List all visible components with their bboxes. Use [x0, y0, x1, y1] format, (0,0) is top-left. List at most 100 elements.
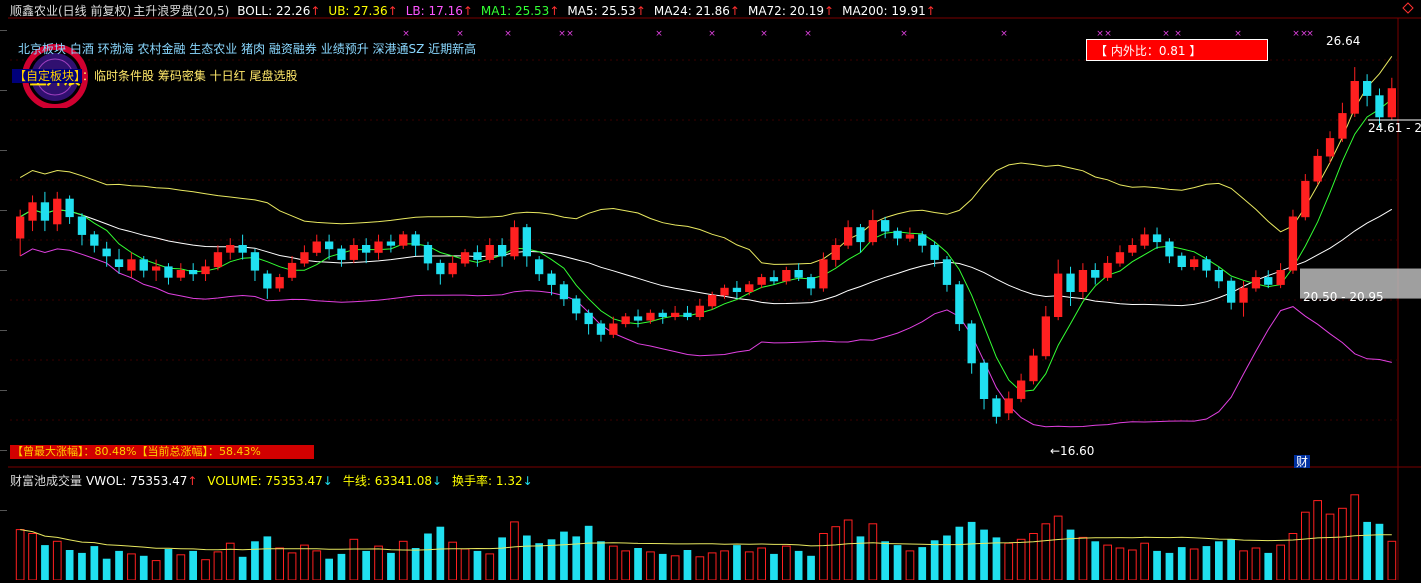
volume-bar	[967, 521, 976, 580]
volume-bar	[1227, 539, 1235, 580]
candle	[1350, 81, 1359, 114]
candle	[745, 284, 754, 293]
candle	[114, 259, 124, 268]
candle	[1375, 95, 1384, 118]
candle	[1041, 316, 1050, 357]
candle	[349, 245, 358, 260]
candle	[1103, 262, 1112, 278]
volume-bar	[1350, 494, 1360, 581]
header-indicator-3: MA1: 25.53↑	[480, 4, 560, 18]
candle	[1202, 259, 1211, 271]
candle	[1288, 216, 1298, 271]
volume-bar	[1177, 547, 1186, 580]
candle	[1325, 138, 1335, 157]
candle	[683, 312, 692, 318]
volume-bar	[807, 555, 815, 580]
candle	[152, 266, 161, 271]
signal-marker: ×	[708, 29, 716, 39]
candle	[176, 269, 185, 278]
indicator-name: 主升浪罗盘(20,5)	[133, 4, 230, 18]
volume-bar	[843, 519, 853, 581]
candle	[65, 198, 74, 218]
volume-bar	[893, 545, 902, 580]
candle	[1276, 269, 1285, 285]
volume-bar	[794, 550, 803, 580]
volume-bar	[498, 537, 506, 580]
candle	[300, 252, 309, 264]
candle	[782, 269, 791, 282]
volume-bar	[263, 536, 272, 580]
candle	[955, 284, 964, 325]
candle	[522, 227, 531, 257]
candle	[399, 234, 408, 246]
candle	[547, 273, 556, 285]
candle	[831, 245, 840, 260]
volume-bar	[597, 541, 605, 580]
volume-bar	[460, 548, 470, 581]
volume-bar	[1078, 536, 1088, 581]
custom-sector-line: 【自定板块】 ：临时条件股 筹码密集 十日红 尾盘选股	[12, 67, 297, 84]
candle	[1338, 113, 1347, 139]
signal-marker: ×	[900, 29, 908, 39]
volume-bar	[1140, 542, 1150, 581]
candle	[1301, 180, 1310, 218]
candle	[918, 234, 927, 246]
candle	[485, 245, 494, 260]
header-indicator-7: MA200: 19.91↑	[842, 4, 936, 18]
volume-bar	[1066, 529, 1075, 580]
signal-marker: ×	[760, 29, 768, 39]
candle	[967, 323, 976, 364]
volume-bar	[1041, 523, 1051, 581]
candle	[670, 312, 680, 318]
volume-bar	[1363, 521, 1371, 580]
candle	[411, 234, 420, 246]
volume-bar	[744, 551, 754, 581]
candle	[534, 259, 544, 275]
volume-indicator-1: VOLUME: 75353.47↓	[207, 474, 333, 488]
header-indicator-6: MA72: 20.19↑	[747, 4, 835, 18]
candle	[53, 198, 62, 225]
volume-bar	[15, 529, 25, 581]
volume-bar	[1115, 547, 1125, 581]
candle	[510, 227, 519, 257]
candle	[1054, 273, 1063, 317]
volume-bar	[1251, 547, 1261, 581]
volume-bar	[201, 559, 210, 581]
candle	[324, 241, 334, 250]
volume-bar	[1091, 541, 1100, 580]
side-tabs-strip[interactable]	[0, 0, 8, 580]
candle	[880, 220, 890, 232]
signal-marker: ×	[1096, 29, 1104, 39]
candle	[621, 316, 630, 325]
volume-bar	[300, 544, 309, 581]
candle	[201, 266, 210, 275]
volume-bar	[695, 556, 705, 581]
signal-marker: ×	[558, 29, 566, 39]
volume-bar	[1375, 523, 1384, 580]
volume-bar	[1264, 552, 1273, 580]
volume-bar	[65, 550, 74, 580]
volume-bar	[831, 526, 841, 581]
volume-bar	[943, 535, 951, 580]
volume-bar	[930, 540, 939, 580]
volume-title: 财富池成交量	[10, 474, 83, 488]
signal-marker: ×	[1000, 29, 1008, 39]
custom-sector-items[interactable]: ：临时条件股 筹码密集 十日红 尾盘选股	[82, 69, 297, 83]
amplitude-bar: 【曾最大涨幅】：80.48%【当前总涨幅】：58.43%	[10, 445, 314, 459]
signal-marker: ×	[402, 29, 410, 39]
volume-bar	[1053, 515, 1063, 581]
volume-bar	[707, 552, 717, 581]
volume-indicator-3: 换手率: 1.32↓	[452, 474, 533, 488]
volume-bar	[275, 547, 284, 581]
volume-bar	[115, 550, 123, 580]
volume-bar	[683, 550, 692, 580]
stock-chart[interactable]: ×××××××××××××××××××26.64←16.6024.61 - 24…	[0, 0, 1421, 581]
volume-bar	[572, 536, 581, 580]
price-panel[interactable]: ×××××××××××××××××××26.64←16.6024.61 - 24…	[0, 0, 1421, 581]
volume-bar	[523, 535, 531, 580]
signal-marker: ×	[655, 29, 663, 39]
volume-bar	[1301, 511, 1310, 581]
sector-tags[interactable]: 北京板块 白酒 环渤海 农村金融 生态农业 猪肉 融资融券 业绩预升 深港通SZ…	[18, 40, 476, 57]
candle	[596, 323, 606, 335]
volume-bar	[770, 553, 778, 580]
